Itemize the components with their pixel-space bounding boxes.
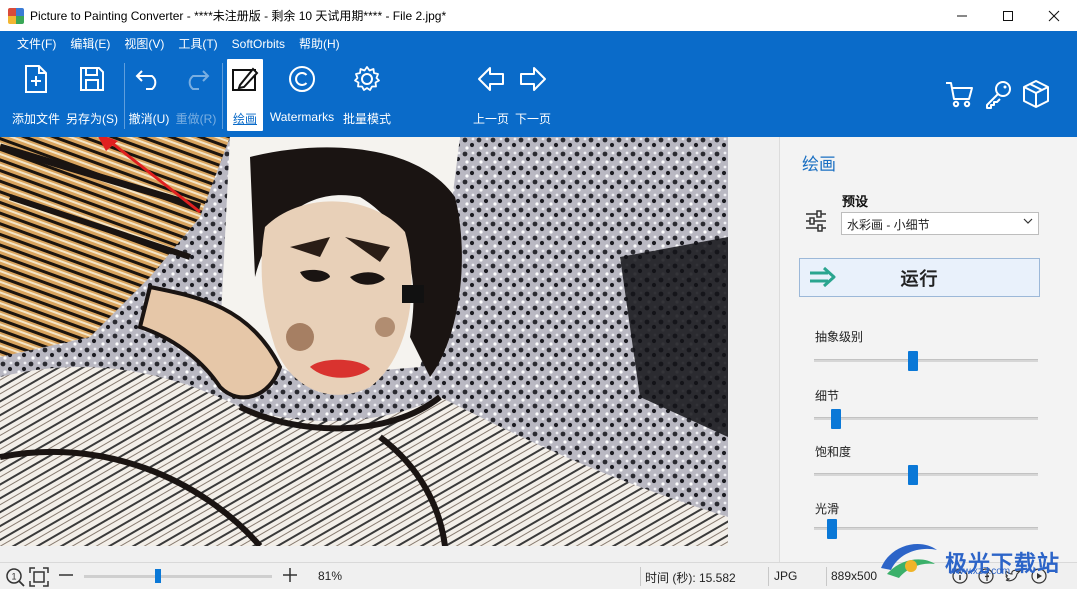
gear-icon [352,59,382,99]
image-format: JPG [774,569,798,583]
slider-thumb[interactable] [908,465,918,485]
undo-label: 撤消(U) [128,112,170,126]
batch-mode-label: 批量模式 [342,112,391,126]
watermarks-button[interactable]: Watermarks [266,59,338,129]
preset-dropdown[interactable]: 水彩画 - 小细节 [841,212,1039,235]
app-icon [8,7,24,24]
slider-thumb[interactable] [831,409,841,429]
panel-title: 绘画 [802,155,836,174]
sliders-icon [804,209,828,236]
status-divider [640,567,641,586]
save-as-button[interactable]: 另存为(S) [66,59,118,129]
image-dimensions: 889x500 [831,569,878,583]
saturation-label: 饱和度 [815,445,852,459]
arrow-right-icon [519,59,547,99]
abstraction-slider[interactable] [814,351,1038,371]
run-arrow-icon [808,265,838,292]
redo-label: 重做(R) [175,112,217,126]
minimize-button[interactable] [939,0,985,31]
chevron-down-icon [1023,216,1033,229]
zoom-slider[interactable] [84,569,272,583]
cart-icon[interactable] [944,79,974,112]
maximize-button[interactable] [985,0,1031,31]
menu-edit[interactable]: 编辑(E) [63,36,117,52]
add-file-label: 添加文件 [11,112,60,126]
add-file-button[interactable]: 添加文件 [11,59,61,129]
copyright-icon [287,59,317,99]
ribbon-toolbar: 文件(F) 编辑(E) 视图(V) 工具(T) SoftOrbits 帮助(H)… [0,31,1077,137]
prev-page-label: 上一页 [472,112,509,126]
next-page-button[interactable]: 下一页 [514,59,552,129]
zoom-out-icon[interactable] [57,566,75,587]
zoom-slider-thumb[interactable] [155,569,161,583]
save-as-label: 另存为(S) [66,112,118,126]
svg-text:1: 1 [12,572,17,582]
maximize-icon [1003,10,1013,21]
status-divider [826,567,827,586]
paint-icon [231,59,259,99]
preset-label: 预设 [842,194,869,209]
abstraction-label: 抽象级别 [815,330,864,344]
watermark-logo-icon [877,538,941,585]
watermarks-label: Watermarks [269,110,335,124]
run-button[interactable]: 运行 [799,258,1040,297]
paint-tab[interactable]: 绘画 [227,59,263,131]
zoom-in-icon[interactable] [281,566,299,587]
close-icon [1048,10,1060,21]
settings-panel: 绘画 预设 水彩画 - 小细节 运行 抽象级别 细节 饱和度 光滑 [779,137,1077,562]
minimize-icon [957,15,967,16]
title-bar: Picture to Painting Converter - ****未注册版… [0,0,1077,31]
preset-value: 水彩画 - 小细节 [847,218,930,232]
zoom-percent: 81% [318,569,343,583]
watermark-url: www.xz7.com [949,566,1011,577]
redo-icon [181,59,211,99]
site-watermark: 极光下载站 www.xz7.com [877,538,1060,585]
toolbar-divider [222,63,223,129]
saturation-slider[interactable] [814,465,1038,485]
prev-page-button[interactable]: 上一页 [472,59,510,129]
menu-bar: 文件(F) 编辑(E) 视图(V) 工具(T) SoftOrbits 帮助(H) [10,36,347,52]
slider-thumb[interactable] [908,351,918,371]
menu-tools[interactable]: 工具(T) [171,36,224,52]
fit-screen-icon[interactable] [29,567,49,589]
detail-label: 细节 [815,389,840,403]
undo-icon [134,59,164,99]
menu-softorbits[interactable]: SoftOrbits [225,36,292,52]
window-title: Picture to Painting Converter - ****未注册版… [30,9,447,23]
close-button[interactable] [1031,0,1077,31]
processing-time: 时间 (秒): 15.582 [645,571,736,585]
slider-thumb[interactable] [827,519,837,539]
run-label: 运行 [900,268,939,289]
smooth-label: 光滑 [815,502,840,516]
zoom-actual-icon[interactable]: 1 [5,567,25,589]
paint-label: 绘画 [232,112,257,126]
detail-slider[interactable] [814,409,1038,429]
add-file-icon [23,59,49,99]
redo-button[interactable]: 重做(R) [174,59,218,129]
toolbar-divider [124,63,125,129]
painting-preview [0,137,728,546]
menu-file[interactable]: 文件(F) [10,36,63,52]
key-icon[interactable] [983,79,1013,112]
arrow-left-icon [477,59,505,99]
menu-help[interactable]: 帮助(H) [292,36,347,52]
batch-mode-button[interactable]: 批量模式 [341,59,393,129]
image-canvas[interactable] [0,137,779,562]
menu-view[interactable]: 视图(V) [117,36,171,52]
smooth-slider[interactable] [814,519,1038,539]
status-divider [768,567,769,586]
package-icon[interactable] [1021,79,1051,112]
next-page-label: 下一页 [514,112,551,126]
save-icon [78,59,106,99]
undo-button[interactable]: 撤消(U) [128,59,170,129]
